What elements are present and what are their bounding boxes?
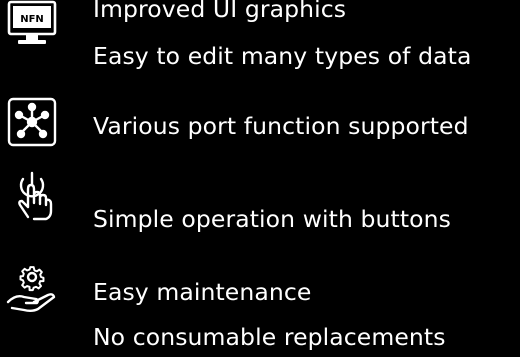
monitor-screen-text: NFN <box>20 14 44 25</box>
feature-list: NFN Improved UI graphics Easy to edit ma… <box>0 0 520 357</box>
feature-line: Easy maintenance <box>93 278 312 306</box>
gear-hand-icon <box>4 260 60 316</box>
monitor-icon: NFN <box>4 0 60 52</box>
feature-line: No consumable replacements <box>93 323 446 351</box>
network-hub-icon <box>4 94 60 150</box>
feature-line: Improved UI graphics <box>93 0 347 23</box>
touch-power-icon <box>4 167 60 223</box>
feature-line: Various port function supported <box>93 112 469 140</box>
feature-line: Simple operation with buttons <box>93 205 451 233</box>
feature-line: Easy to edit many types of data <box>93 42 472 70</box>
